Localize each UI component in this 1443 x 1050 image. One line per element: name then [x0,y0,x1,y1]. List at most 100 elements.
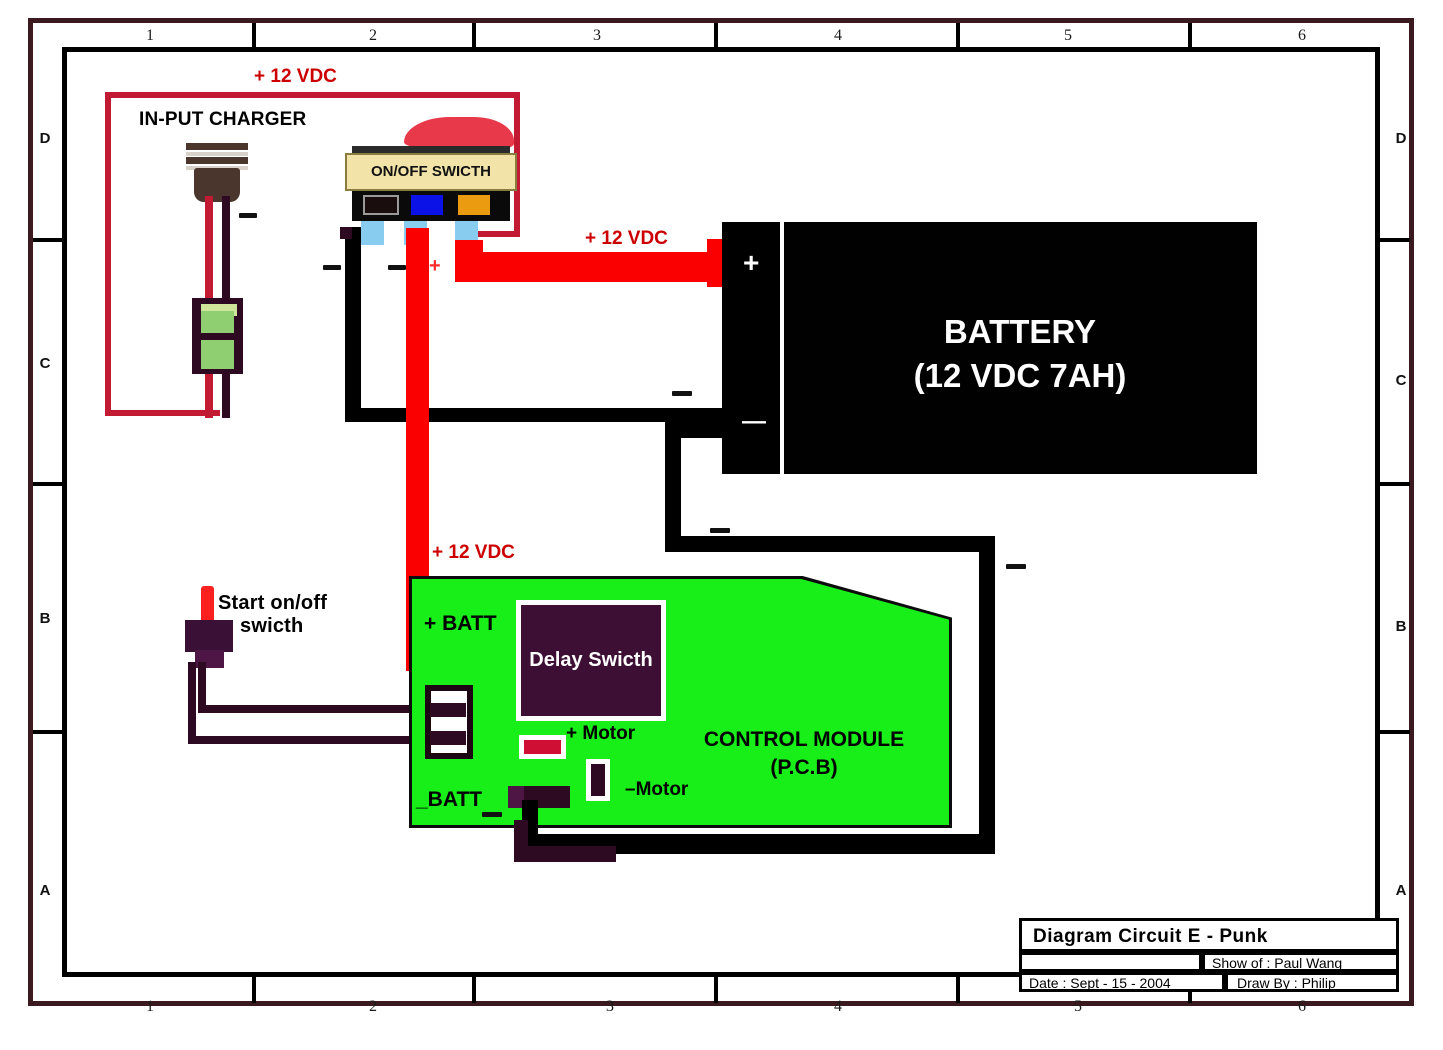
wire-battery-minus-down2 [979,536,995,846]
zone-number-top-3: 3 [593,27,601,44]
ruler-tick-right-d [1378,238,1410,242]
wire-battery-minus-down [665,422,681,548]
zone-number-bottom-4: 4 [834,998,842,1015]
terminal-batt-minus-label: _BATT [416,788,483,811]
battery-spec: (12 VDC 7AH) [913,357,1127,394]
pcb-signal-connector [425,685,473,759]
zone-letter-left-b: B [39,610,51,627]
charger-terminal-pad-1 [201,311,234,333]
ruler-tick-left-b [33,730,65,734]
charger-loop-bottom [105,410,220,416]
label-input-charger: IN-PUT CHARGER [139,109,307,130]
zone-letter-left-c: C [39,355,51,372]
title-block-title: Diagram Circuit E - Punk [1033,926,1268,947]
wire-signal-b-down [188,662,196,742]
battery-minus-marker-2 [710,528,730,533]
switch-indicator-blue [411,195,443,215]
wire-pcb-minus-bottom [514,846,616,862]
zone-number-bottom-1: 1 [146,998,154,1015]
ruler-tick-right-b [1378,730,1410,734]
terminal-motor-minus-label: –Motor [625,779,689,800]
wire-negative-to-battery [345,408,725,422]
battery-name: BATTERY [943,313,1097,350]
ruler-tick-top-1 [252,23,256,47]
charger-jack-body [194,168,240,202]
delay-switch-label: Delay Swicth [529,649,653,671]
motor-plus-pad [524,740,561,754]
delay-switch-module: Delay Swicth [516,600,666,721]
zone-number-bottom-5: 5 [1074,998,1082,1015]
pcb-signal-pin-2 [430,731,466,745]
zone-letter-right-b: B [1395,618,1407,635]
zone-number-top-6: 6 [1298,27,1306,44]
zone-number-top-1: 1 [146,27,154,44]
pcb-signal-pin-1 [430,703,466,717]
charger-jack-ring-1 [186,143,248,150]
ruler-tick-top-2 [472,23,476,47]
ruler-tick-bottom-3 [714,977,718,1003]
charger-jack-ring-2 [186,157,248,164]
zone-letter-right-a: A [1395,882,1407,899]
charger-minus-sign [239,213,257,218]
label-vdc-charger: + 12 VDC [254,66,337,87]
switch-top-bezel [352,146,510,153]
label-start-switch: Start on/off swicth [218,592,378,638]
label-vdc-battery: + 12 VDC [585,228,668,249]
switch-face-label: ON/OFF SWICTH [371,163,491,180]
zone-number-top-4: 4 [834,27,842,44]
pcb-minus-marker [482,812,502,817]
battery-minus-marker-3 [1006,564,1026,569]
control-module-name: CONTROL MODULE [703,728,905,751]
terminal-motor-plus-label: + Motor [566,723,636,744]
ruler-tick-bottom-1 [252,977,256,1003]
diagram-canvas: 1 2 3 4 5 6 1 2 3 4 5 6 D C B A D C B A … [0,0,1443,1050]
battery-minus-marker-1 [672,391,692,396]
ruler-tick-bottom-4 [956,977,960,1003]
wire-signal-b-right [188,736,446,744]
title-block-date: Date : Sept - 15 - 2004 [1029,975,1171,991]
start-switch-lever[interactable] [201,586,214,624]
wire-signal-a-right [198,705,446,713]
ruler-tick-top-4 [956,23,960,47]
wire-positive-to-battery [455,252,725,282]
switch-minus-left [323,265,341,270]
control-module-subtitle: (P.C.B) [770,756,838,779]
ruler-tick-bottom-2 [472,977,476,1003]
label-start-switch-line1: Start on/off [218,592,328,614]
switch-plus-sign: + [429,255,441,277]
zone-letter-left-d: D [39,130,51,147]
label-vdc-module: + 12 VDC [432,542,515,563]
switch-indicator-black [363,195,399,215]
wire-negative-switch-down [345,227,361,417]
zone-letter-left-a: A [39,882,51,899]
ruler-tick-left-c [33,482,65,486]
ruler-tick-top-3 [714,23,718,47]
title-block-show-of: Show of : Paul Wang [1212,955,1343,971]
wire-signal-a-down [198,662,206,710]
charger-terminal-pad-2 [201,340,234,369]
zone-number-bottom-2: 2 [369,998,377,1015]
terminal-batt-plus-label: + BATT [424,612,497,635]
wire-battery-minus-right [665,536,995,552]
battery-terminal-negative: — [742,408,766,435]
switch-indicator-orange [458,195,490,215]
zone-number-top-2: 2 [369,27,377,44]
switch-minus-mid [388,265,406,270]
ruler-tick-right-c [1378,482,1410,486]
charger-loop-top [105,92,520,98]
switch-face-plate: ON/OFF SWICTH [345,153,517,191]
title-block-draw-by: Draw By : Philip [1237,975,1336,991]
ruler-tick-left-d [33,238,65,242]
ruler-tick-top-5 [1188,23,1192,47]
motor-minus-pad [591,764,605,796]
title-block-blank-cell [1019,952,1202,972]
charger-loop-left [105,92,111,416]
wire-negative-switch-cap [340,227,352,239]
charger-jack-slot-1 [186,152,248,156]
zone-number-top-5: 5 [1064,27,1072,44]
zone-letter-right-c: C [1395,372,1407,389]
zone-letter-right-d: D [1395,130,1407,147]
zone-number-bottom-3: 3 [606,998,614,1015]
switch-terminal-pin-left [361,221,384,245]
battery-terminal-positive: + [743,247,760,278]
